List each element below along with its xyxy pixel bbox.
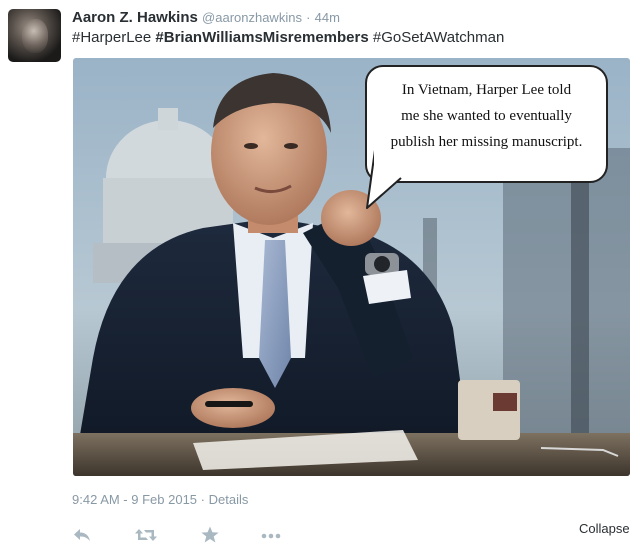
favorite-icon[interactable] [200, 525, 220, 550]
tweet-header: Aaron Z. Hawkins @aaronzhawkins · 44m [72, 8, 340, 28]
avatar-face [22, 19, 48, 53]
author-handle[interactable]: @aaronzhawkins [202, 10, 302, 25]
details-link[interactable]: Details [209, 492, 249, 507]
avatar[interactable] [8, 9, 61, 62]
tweet-timestamp[interactable]: 9:42 AM - 9 Feb 2015 [72, 492, 197, 507]
hashtag-gosetawatchman[interactable]: #GoSetAWatchman [373, 29, 504, 46]
tweet-text: #HarperLee #BrianWilliamsMisremembers #G… [72, 28, 504, 48]
bubble-line-2: me she wanted to eventually [401, 108, 572, 124]
more-icon[interactable] [260, 525, 282, 550]
speech-bubble-tail [366, 150, 404, 209]
tweet-card: Aaron Z. Hawkins @aaronzhawkins · 44m #H… [0, 0, 640, 558]
hashtag-brianwilliamsmisremembers[interactable]: #BrianWilliamsMisremembers [155, 29, 368, 46]
reply-icon[interactable] [72, 525, 92, 550]
retweet-icon[interactable] [134, 525, 158, 550]
header-separator: · [306, 10, 311, 25]
relative-time[interactable]: 44m [315, 10, 340, 25]
author-name[interactable]: Aaron Z. Hawkins [72, 9, 198, 26]
tweet-meta: 9:42 AM - 9 Feb 2015 · Details [72, 492, 248, 507]
hashtag-harperlee[interactable]: #HarperLee [72, 29, 151, 46]
meta-separator: · [200, 492, 205, 507]
bubble-line-3: publish her missing manuscript. [390, 134, 583, 150]
collapse-link[interactable]: Collapse [579, 521, 630, 536]
bubble-line-1: In Vietnam, Harper Lee told [401, 82, 572, 98]
